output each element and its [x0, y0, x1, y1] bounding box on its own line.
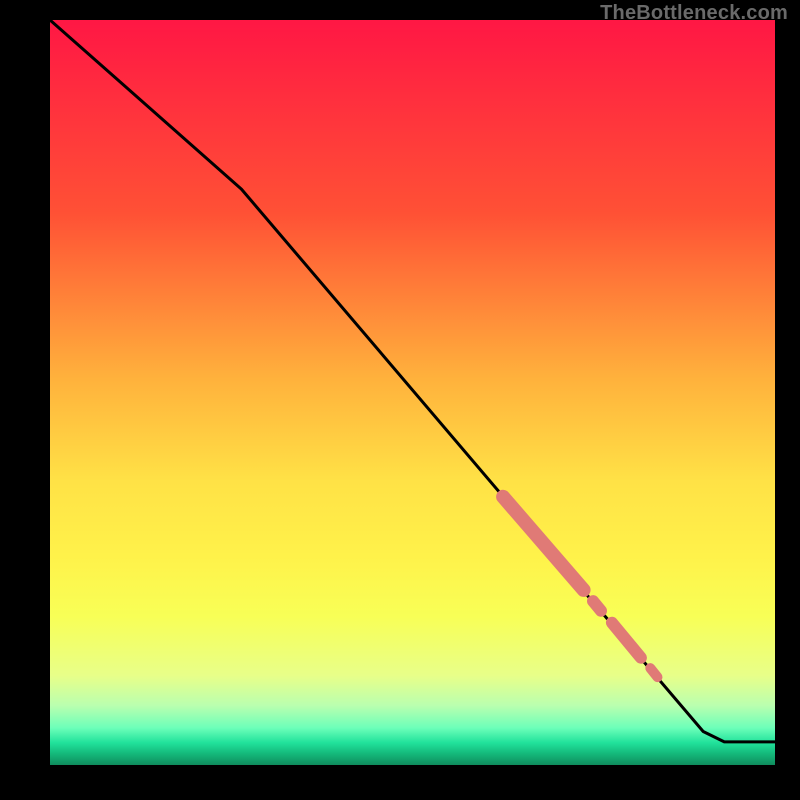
plot-gradient-area: [50, 20, 775, 765]
chart-stage: TheBottleneck.com: [0, 0, 800, 800]
watermark-text: TheBottleneck.com: [600, 2, 788, 25]
